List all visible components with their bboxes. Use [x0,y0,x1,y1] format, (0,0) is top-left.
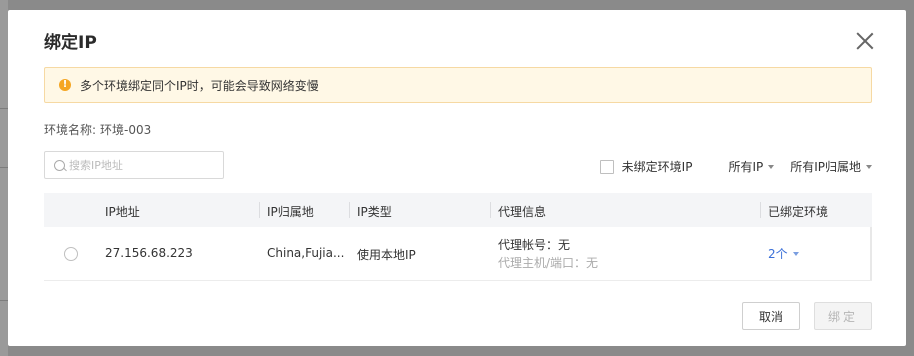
environment-name-label: 环境名称: [44,123,97,137]
search-box[interactable] [44,151,224,179]
caret-down-icon [792,251,799,256]
bind-ip-dialog: 绑定IP ! 多个环境绑定同个IP时，可能会导致网络变慢 环境名称: 环境-003… [8,10,906,346]
column-divider [760,202,761,218]
warning-text: 多个环境绑定同个IP时，可能会导致网络变慢 [80,78,319,93]
row-radio[interactable] [64,247,78,261]
environment-name-value: 环境-003 [100,123,152,137]
cell-ip: 27.156.68.223 [105,246,193,260]
search-input[interactable] [69,158,209,172]
bind-button[interactable]: 绑定 [814,302,872,330]
cancel-button[interactable]: 取消 [742,302,800,330]
location-filter-label: 所有IP归属地 [790,160,861,174]
unbound-ip-checkbox[interactable] [599,159,614,174]
column-divider [349,202,350,218]
unbound-ip-label: 未绑定环境IP [621,160,693,174]
header-ip: IP地址 [105,205,140,219]
backdrop-divider [0,167,8,168]
bound-envs-dropdown[interactable]: 2个 [768,245,799,262]
caret-down-icon [866,164,872,169]
backdrop-divider [0,108,8,109]
backdrop-divider [0,300,8,301]
table-header: IP地址 IP归属地 IP类型 代理信息 已绑定环境 [44,193,872,227]
cell-proxy: 代理帐号：无 代理主机/端口：无 [498,236,598,272]
location-filter-dropdown[interactable]: 所有IP归属地 [790,158,872,175]
environment-name: 环境名称: 环境-003 [44,121,151,138]
header-proxy: 代理信息 [498,205,547,219]
backdrop [0,0,8,356]
unbound-ip-filter[interactable]: 未绑定环境IP [599,158,693,175]
table-row[interactable]: 27.156.68.223 China,Fujia... 使用本地IP 代理帐号… [44,227,872,280]
bound-envs-count: 2个 [768,247,788,261]
column-divider [490,202,491,218]
proxy-host: 代理主机/端口：无 [498,256,599,270]
dialog-title: 绑定IP [44,33,97,53]
search-icon [54,159,65,171]
cell-location: China,Fujia... [267,246,345,260]
table-scrollbar[interactable] [870,227,872,280]
header-location: IP归属地 [267,205,314,219]
cell-type: 使用本地IP [357,248,416,262]
warning-banner: ! 多个环境绑定同个IP时，可能会导致网络变慢 [44,67,872,103]
ip-table: IP地址 IP归属地 IP类型 代理信息 已绑定环境 27.156.68.223… [44,193,872,281]
header-bound-envs: 已绑定环境 [768,205,829,219]
caret-down-icon [768,164,775,169]
warning-icon: ! [59,79,71,91]
proxy-account: 代理帐号：无 [498,238,571,252]
ip-filter-label: 所有IP [728,160,764,174]
filter-bar: 未绑定环境IP 所有IP 所有IP归属地 [599,158,872,175]
ip-filter-dropdown[interactable]: 所有IP [728,158,775,175]
close-icon[interactable] [856,32,874,50]
column-divider [259,202,260,218]
header-type: IP类型 [357,205,392,219]
